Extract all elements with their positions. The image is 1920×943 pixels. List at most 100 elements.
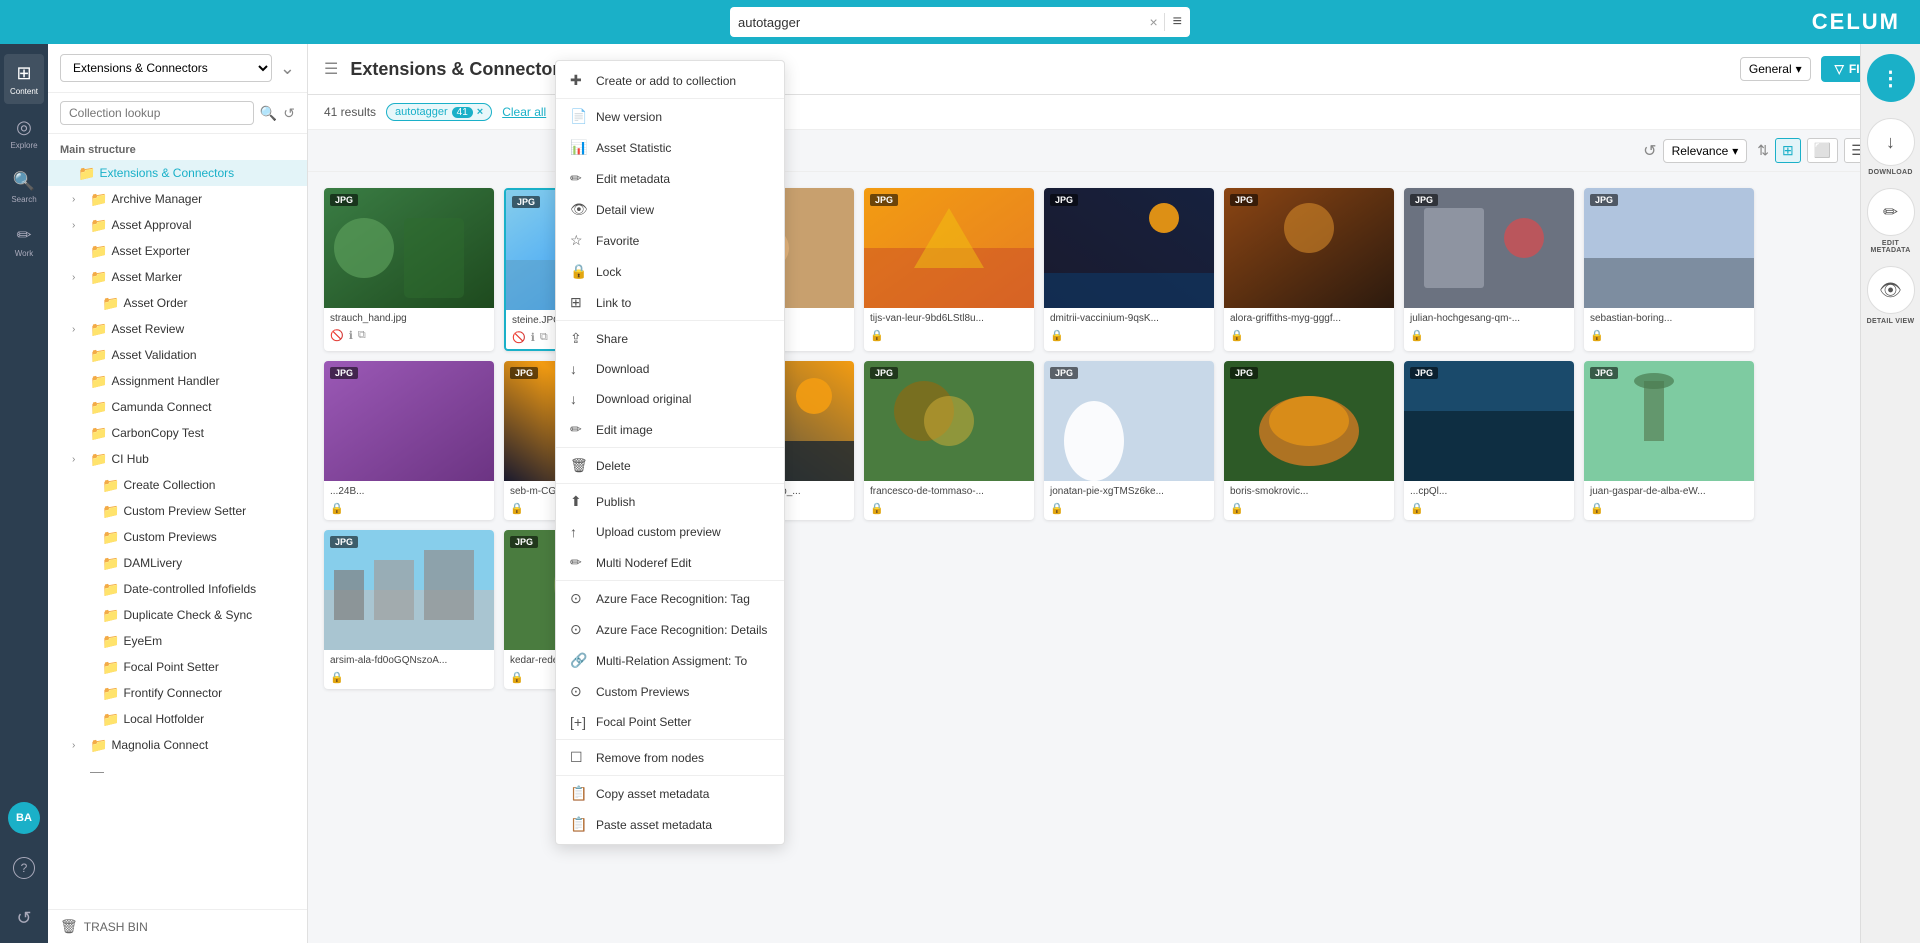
sort-dropdown[interactable]: Relevance ▾ — [1663, 139, 1748, 163]
general-dropdown[interactable]: General ▾ — [1740, 57, 1811, 81]
hamburger-menu-icon[interactable]: ☰ — [324, 59, 338, 79]
sidebar-item-asset-approval[interactable]: › 📁 Asset Approval — [48, 212, 307, 238]
table-row[interactable]: JPG boris-smokrovic... 🔒 — [1224, 361, 1394, 520]
rail-item-search[interactable]: 🔍 Search — [4, 162, 44, 212]
context-menu-item-favorite[interactable]: ☆ Favorite — [556, 225, 784, 256]
sidebar-search-icon[interactable]: 🔍 — [260, 105, 277, 122]
sidebar-item-eyeem[interactable]: 📁 EyeEm — [48, 628, 307, 654]
rail-item-content[interactable]: ⊞ Content — [4, 54, 44, 104]
refresh-icon[interactable]: ↺ — [1643, 141, 1656, 161]
table-row[interactable]: JPG arsim-ala-fd0oGQNszoA... 🔒 — [324, 530, 494, 689]
folder-icon: 📁 — [90, 347, 107, 364]
expand-view-button[interactable]: ⬜ — [1807, 138, 1838, 163]
sidebar-item-asset-marker[interactable]: › 📁 Asset Marker — [48, 264, 307, 290]
sidebar-item-ci-hub[interactable]: › 📁 CI Hub — [48, 446, 307, 472]
grid-view-button[interactable]: ⊞ — [1775, 138, 1801, 163]
sidebar-item-asset-exporter[interactable]: 📁 Asset Exporter — [48, 238, 307, 264]
publish-icon: ⬆ — [570, 493, 586, 510]
context-menu-item-custom-previews[interactable]: ⊙ Custom Previews — [556, 676, 784, 707]
clear-all-button[interactable]: Clear all — [502, 105, 546, 119]
sidebar-collection-dropdown[interactable]: Extensions & Connectors — [60, 54, 272, 82]
sidebar-item-label: Archive Manager — [111, 192, 295, 206]
context-menu-item-azure-face-tag[interactable]: ⊙ Azure Face Recognition: Tag — [556, 583, 784, 614]
sidebar-item-archive-mgr[interactable]: › 📁 Archive Manager — [48, 186, 307, 212]
table-row[interactable]: JPG julian-hochgesang-qm-... 🔒 — [1404, 188, 1574, 351]
sidebar-item-create-collection[interactable]: 📁 Create Collection — [48, 472, 307, 498]
filter-remove-icon[interactable]: × — [477, 106, 483, 118]
search-input[interactable] — [738, 15, 1143, 30]
sidebar-item-daml[interactable]: 📁 DAMLivery — [48, 550, 307, 576]
sidebar-item-duplicate-check[interactable]: 📁 Duplicate Check & Sync — [48, 602, 307, 628]
context-menu-item-focal-point[interactable]: [+] Focal Point Setter — [556, 707, 784, 737]
detail-view-button[interactable]: 👁 — [1867, 266, 1915, 314]
rail-item-help[interactable]: ? — [4, 843, 44, 893]
download-original-icon: ↓ — [570, 391, 586, 407]
context-menu-item-copy-metadata[interactable]: 📋 Copy asset metadata — [556, 778, 784, 809]
sidebar-item-asset-validation[interactable]: 📁 Asset Validation — [48, 342, 307, 368]
filter-tag-autotagger[interactable]: autotagger 41 × — [386, 103, 492, 121]
sidebar-item-camunda[interactable]: 📁 Camunda Connect — [48, 394, 307, 420]
sidebar-item-label: Asset Exporter — [111, 244, 295, 258]
sidebar-item-ext-conn[interactable]: 📁 Extensions & Connectors — [48, 160, 307, 186]
sidebar-item-date-controlled[interactable]: 📁 Date-controlled Infofields — [48, 576, 307, 602]
context-menu-item-download-original[interactable]: ↓ Download original — [556, 384, 784, 414]
sidebar-item-carbon-copy[interactable]: 📁 CarbonCopy Test — [48, 420, 307, 446]
sidebar-item-asset-review[interactable]: › 📁 Asset Review — [48, 316, 307, 342]
table-row[interactable]: JPG strauch_hand.jpg 🚫 ℹ ⧉ — [324, 188, 494, 351]
context-menu-item-lock[interactable]: 🔒 Lock — [556, 256, 784, 287]
collection-lookup-input[interactable] — [60, 101, 254, 125]
rail-item-avatar[interactable]: BA — [4, 793, 44, 843]
sort-order-icon[interactable]: ⇅ — [1757, 142, 1769, 159]
context-menu-item-multi-noderef[interactable]: ✏ Multi Noderef Edit — [556, 547, 784, 578]
context-menu-item-delete[interactable]: 🗑 Delete — [556, 450, 784, 481]
sidebar-item-focal-point[interactable]: 📁 Focal Point Setter — [48, 654, 307, 680]
folder-icon: 📁 — [90, 373, 107, 390]
context-menu-item-link-to[interactable]: ⊞ Link to — [556, 287, 784, 318]
table-row[interactable]: JPG dmitrii-vaccinium-9qsK... 🔒 — [1044, 188, 1214, 351]
context-menu-item-multi-relation[interactable]: 🔗 Multi-Relation Assigment: To — [556, 645, 784, 676]
sidebar-item-asset-order[interactable]: 📁 Asset Order — [48, 290, 307, 316]
context-menu-item-edit-image[interactable]: ✏ Edit image — [556, 414, 784, 445]
context-menu-item-detail-view[interactable]: 👁 Detail view — [556, 194, 784, 225]
table-row[interactable]: JPG tijs-van-leur-9bd6LStl8u... 🔒 — [864, 188, 1034, 351]
download-button[interactable]: ↓ — [1867, 118, 1915, 166]
lock-icon: 🚫 — [330, 329, 344, 342]
more-options-button[interactable]: ⋮ — [1867, 54, 1915, 102]
context-menu-item-remove-nodes[interactable]: ☐ Remove from nodes — [556, 742, 784, 773]
rail-item-explore[interactable]: ◎ Explore — [4, 108, 44, 158]
trash-bin-item[interactable]: 🗑 TRASH BIN — [48, 909, 307, 943]
asset-thumbnail — [864, 361, 1034, 481]
sidebar-item-more[interactable]: — — [48, 758, 307, 784]
context-menu-item-share[interactable]: ⇪ Share — [556, 323, 784, 354]
sidebar-item-custom-previews[interactable]: 📁 Custom Previews — [48, 524, 307, 550]
sidebar-item-frontify[interactable]: 📁 Frontify Connector — [48, 680, 307, 706]
context-menu-item-create-collection[interactable]: ✚ Create or add to collection — [556, 65, 784, 96]
table-row[interactable]: JPG sebastian-boring... 🔒 — [1584, 188, 1754, 351]
table-row[interactable]: JPG francesco-de-tommaso-... 🔒 — [864, 361, 1034, 520]
sidebar-item-local-hotfolder[interactable]: 📁 Local Hotfolder — [48, 706, 307, 732]
rail-item-sync[interactable]: ↺ — [4, 893, 44, 943]
sidebar-item-magnolia[interactable]: › 📁 Magnolia Connect — [48, 732, 307, 758]
context-menu-item-upload-preview[interactable]: ↑ Upload custom preview — [556, 517, 784, 547]
context-menu-item-download[interactable]: ↓ Download — [556, 354, 784, 384]
context-menu-item-azure-face-details[interactable]: ⊙ Azure Face Recognition: Details — [556, 614, 784, 645]
edit-metadata-button[interactable]: ✏ — [1867, 188, 1915, 236]
table-row[interactable]: JPG ...cpQl... 🔒 — [1404, 361, 1574, 520]
table-row[interactable]: JPG juan-gaspar-de-alba-eW... 🔒 — [1584, 361, 1754, 520]
context-menu-item-edit-metadata[interactable]: ✏ Edit metadata — [556, 163, 784, 194]
table-row[interactable]: JPG alora-griffiths-myg-gggf... 🔒 — [1224, 188, 1394, 351]
sidebar-refresh-icon[interactable]: ↺ — [283, 105, 295, 122]
table-row[interactable]: JPG ...24B... 🔒 — [324, 361, 494, 520]
rail-item-work[interactable]: ✏ Work — [4, 216, 44, 266]
context-menu-item-publish[interactable]: ⬆ Publish — [556, 486, 784, 517]
sidebar-item-assignment-handler[interactable]: 📁 Assignment Handler — [48, 368, 307, 394]
search-clear-icon[interactable]: × — [1149, 14, 1157, 30]
context-menu-item-asset-statistic[interactable]: 📊 Asset Statistic — [556, 132, 784, 163]
folder-icon: 📁 — [90, 737, 107, 754]
table-row[interactable]: JPG jonatan-pie-xgTMSz6ke... 🔒 — [1044, 361, 1214, 520]
search-filter-icon[interactable]: ≡ — [1164, 13, 1182, 31]
sidebar-item-custom-preview-setter[interactable]: 📁 Custom Preview Setter — [48, 498, 307, 524]
context-menu-item-new-version[interactable]: 📄 New version — [556, 101, 784, 132]
context-menu-item-paste-metadata[interactable]: 📋 Paste asset metadata — [556, 809, 784, 840]
sidebar-expand-icon[interactable]: ⌄ — [280, 58, 295, 79]
